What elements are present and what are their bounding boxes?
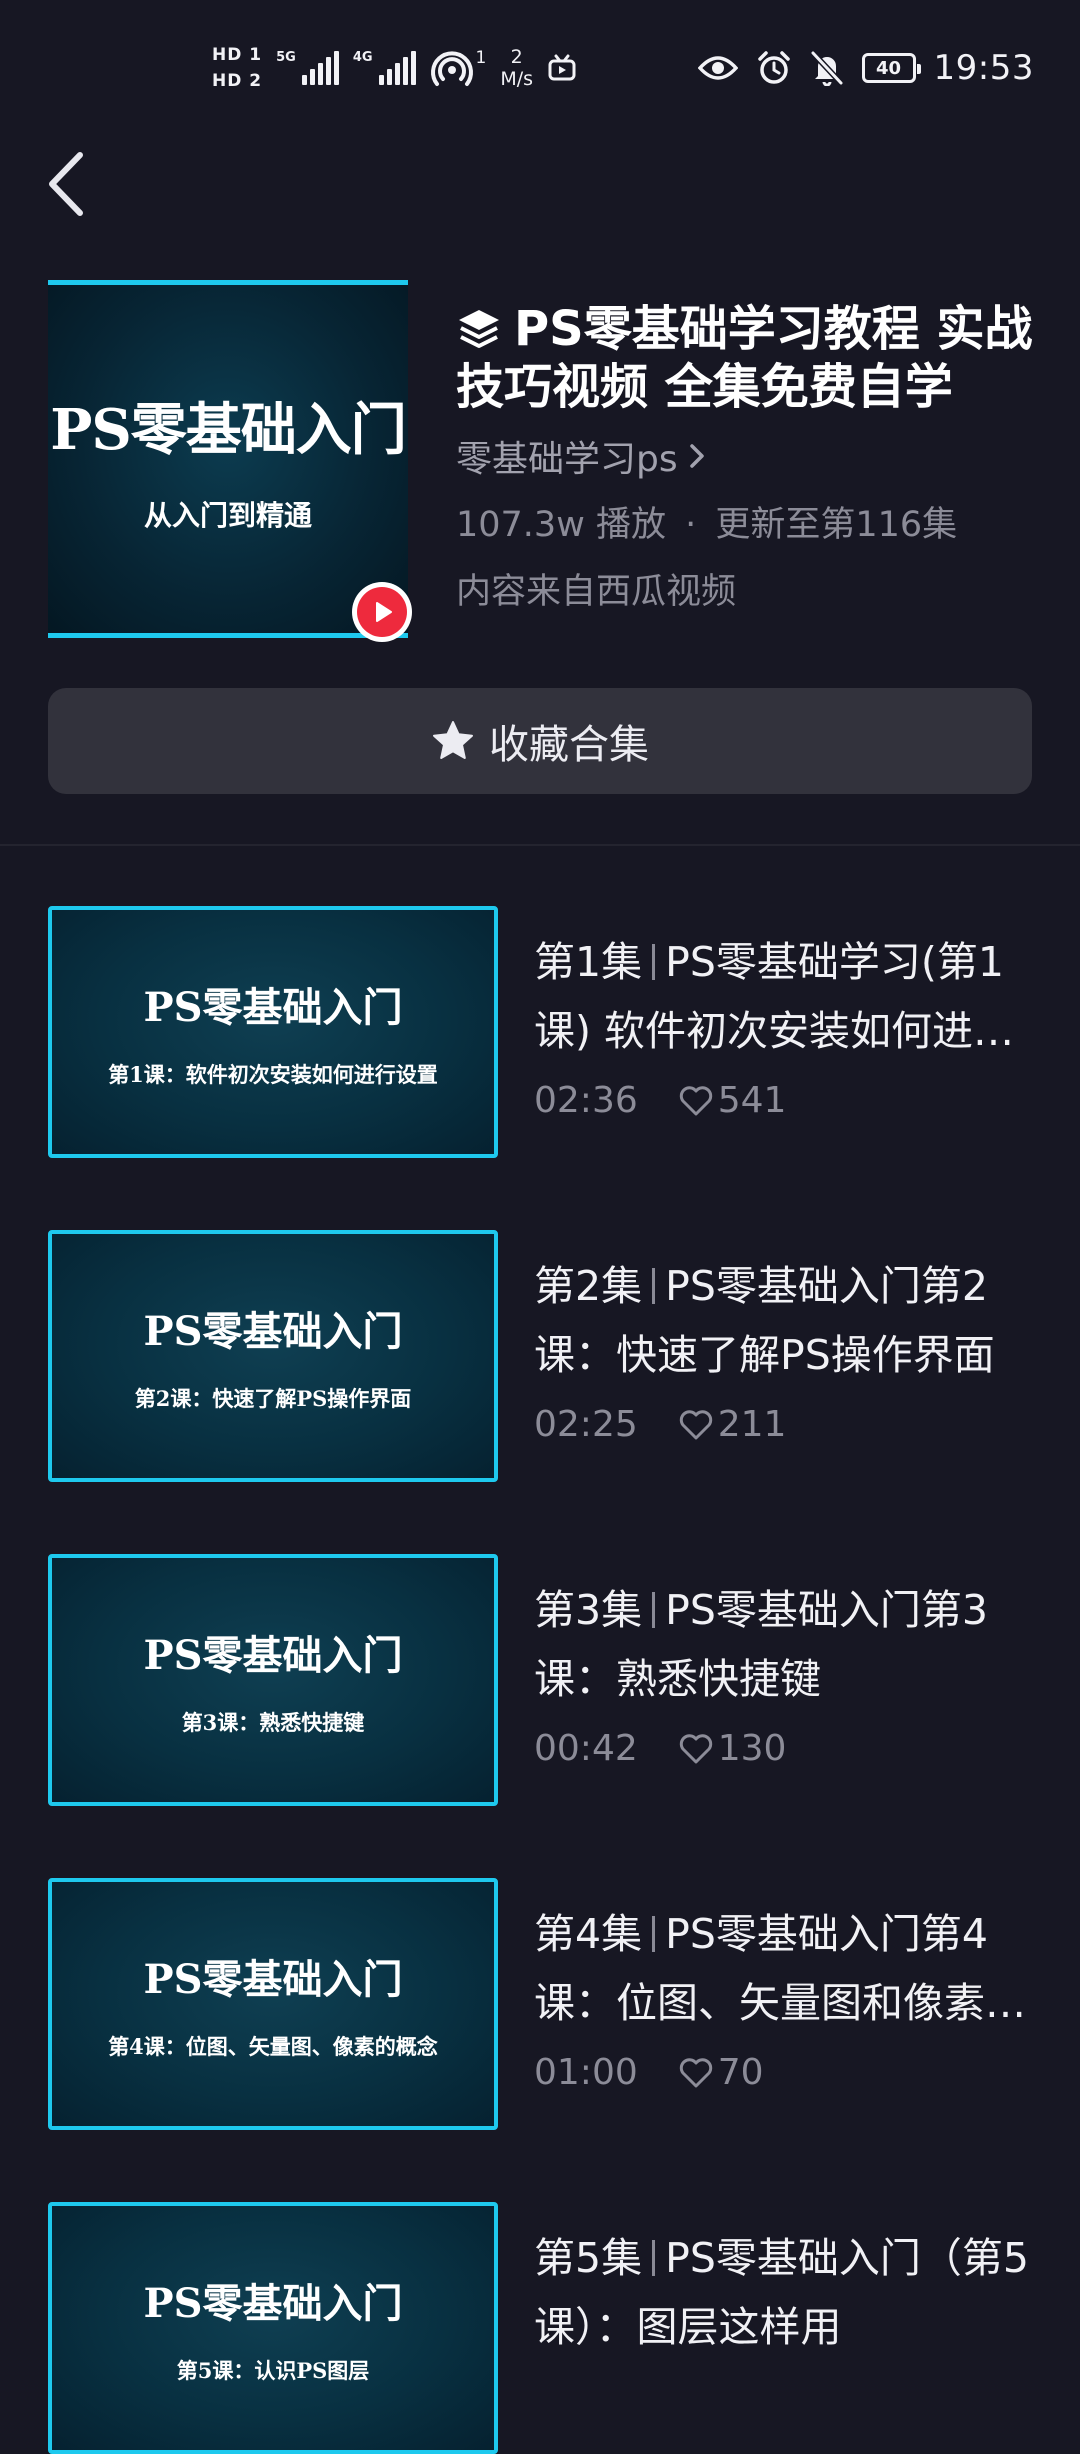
episode-title: 第1集PS零基础学习(第1课) 软件初次安装如何进行设置 — [534, 928, 1044, 1066]
thumb-title: PS零基础入门 — [143, 984, 403, 1031]
like-count: 130 — [717, 1728, 787, 1769]
net-speed-unit: M/s — [500, 68, 534, 90]
tv-icon — [548, 54, 576, 81]
alarm-icon — [757, 51, 790, 84]
collection-title-text: PS零基础学习教程 实战技巧视频 全集免费自学 — [456, 301, 1033, 415]
like-count: 70 — [717, 2052, 764, 2093]
hotspot-icon — [430, 51, 473, 86]
collection-info: PS零基础学习教程 实战技巧视频 全集免费自学 零基础学习ps 107.3w 播… — [456, 300, 1046, 614]
episode-title: 第2集 PS零基础入门第2课：快速了解PS操作界面 — [534, 1252, 1044, 1390]
collection-meta: 107.3w 播放 · 更新至第116集 — [456, 496, 1046, 547]
episode-likes: 130 — [678, 1728, 787, 1769]
episode-duration: 02:25 — [534, 1404, 638, 1445]
episode-likes: 541 — [678, 1080, 787, 1121]
heart-icon — [679, 2057, 712, 2087]
episode-thumbnail[interactable]: PS零基础入门 第4课：位图、矢量图、像素的概念 — [48, 1878, 498, 2130]
chevron-left-icon — [49, 152, 83, 216]
section-divider — [0, 844, 1080, 846]
episode-item[interactable]: PS零基础入门 第4课：位图、矢量图、像素的概念 第4集 PS零基础入门第4课：位… — [48, 1878, 1048, 2130]
sim1-label: HD 1 — [212, 45, 263, 65]
like-count: 541 — [717, 1080, 787, 1121]
status-left: HD 1 HD 2 5G 4G 1 2 M/s — [212, 36, 577, 100]
back-button[interactable] — [44, 146, 104, 222]
episode-title: 第5集 PS零基础入门（第5课）：图层这样用 — [534, 2224, 1044, 2362]
status-bar: HD 1 HD 2 5G 4G 1 2 M/s 40 19:53 — [0, 0, 1080, 140]
bell-off-icon — [810, 50, 843, 86]
net1-type: 5G — [276, 50, 296, 65]
battery-icon: 40 — [861, 53, 921, 83]
episode-duration: 02:36 — [534, 1080, 638, 1121]
play-badge — [352, 582, 412, 642]
collect-label: 收藏合集 — [489, 722, 649, 768]
episode-thumbnail[interactable]: PS零基础入门 第1课：软件初次安装如何进行设置 — [48, 906, 498, 1158]
thumb-title: PS零基础入门 — [143, 1956, 403, 2003]
episode-duration: 01:00 — [534, 2052, 638, 2093]
like-count: 211 — [717, 1404, 787, 1445]
episode-title: 第4集PS零基础入门第4课：位图、矢量图和像素的概念 — [534, 1900, 1044, 2038]
episode-thumbnail[interactable]: PS零基础入门 第3课：熟悉快捷键 — [48, 1554, 498, 1806]
cover-title: PS零基础入门 — [50, 396, 407, 463]
update-status: 更新至第116集 — [715, 505, 958, 545]
clock: 19:53 — [933, 48, 1034, 88]
net-speed-value: 2 — [510, 46, 523, 68]
collection-cover[interactable]: PS零基础入门 从入门到精通 — [48, 280, 408, 638]
episode-item[interactable]: PS零基础入门 第1课：软件初次安装如何进行设置 第1集 PS零基础学习(第1课)… — [48, 906, 1048, 1158]
episode-item[interactable]: PS零基础入门 第5课：认识PS图层 第5集 PS零基础入门（第5课）：图层这样用 — [48, 2202, 1048, 2454]
play-icon — [376, 602, 392, 622]
layers-icon — [459, 310, 499, 348]
hotspot-count: 1 — [475, 48, 487, 68]
episode-meta: 02:25 211 — [534, 1404, 1044, 1445]
meta-separator: · — [685, 505, 697, 545]
thumb-subtitle: 第2课：快速了解PS操作界面 — [134, 1386, 412, 1411]
episode-likes: 211 — [678, 1404, 787, 1445]
heart-icon — [679, 1409, 712, 1439]
net-speed: 2 M/s — [500, 46, 533, 90]
play-count: 107.3w 播放 — [456, 505, 666, 545]
author-name: 零基础学习ps — [456, 439, 678, 480]
net2-type: 4G — [352, 50, 373, 65]
episode-number: 第2集 — [534, 1262, 643, 1310]
heart-icon — [679, 1085, 712, 1115]
episode-thumbnail[interactable]: PS零基础入门 第5课：认识PS图层 — [48, 2202, 498, 2454]
content-source: 内容来自西瓜视频 — [456, 572, 737, 612]
episode-number: 第3集 — [534, 1586, 643, 1634]
thumb-subtitle: 第1课：软件初次安装如何进行设置 — [108, 1062, 438, 1087]
episode-number: 第5集 — [534, 2234, 643, 2282]
thumb-subtitle: 第3课：熟悉快捷键 — [181, 1710, 365, 1735]
sim2-label: HD 2 — [212, 71, 263, 91]
episode-number: 第1集 — [534, 938, 643, 986]
episode-likes: 70 — [678, 2052, 764, 2093]
episode-meta: 02:36 541 — [534, 1080, 1044, 1121]
author-link[interactable]: 零基础学习ps — [456, 430, 1046, 482]
episode-number: 第4集 — [534, 1910, 643, 1958]
episode-thumbnail[interactable]: PS零基础入门 第2课：快速了解PS操作界面 — [48, 1230, 498, 1482]
episode-item[interactable]: PS零基础入门 第2课：快速了解PS操作界面 第2集 PS零基础入门第2课：快速了… — [48, 1230, 1048, 1482]
collection-title: PS零基础学习教程 实战技巧视频 全集免费自学 — [456, 300, 1046, 416]
thumb-title: PS零基础入门 — [143, 1632, 403, 1679]
heart-icon — [679, 1733, 712, 1763]
star-icon — [433, 721, 473, 759]
thumb-subtitle: 第4课：位图、矢量图、像素的概念 — [108, 2034, 438, 2059]
episode-meta: 01:00 70 — [534, 2052, 1044, 2093]
signal-sim1-icon: 5G — [276, 51, 339, 85]
thumb-subtitle: 第5课：认识PS图层 — [176, 2358, 370, 2383]
thumb-title: PS零基础入门 — [143, 1308, 403, 1355]
thumb-title: PS零基础入门 — [143, 2280, 403, 2327]
status-right: 40 19:53 — [697, 40, 1034, 96]
cover-subtitle: 从入门到精通 — [143, 498, 312, 532]
eye-icon — [697, 56, 738, 80]
chevron-right-icon — [689, 444, 704, 468]
signal-sim2-icon: 4G — [353, 51, 416, 85]
episode-meta: 00:42 130 — [534, 1728, 1044, 1769]
collect-button[interactable]: 收藏合集 — [48, 688, 1032, 794]
episode-duration: 00:42 — [534, 1728, 638, 1769]
battery-level: 40 — [875, 57, 902, 79]
episode-title: 第3集 PS零基础入门第3课：熟悉快捷键 — [534, 1576, 1044, 1714]
episode-item[interactable]: PS零基础入门 第3课：熟悉快捷键 第3集 PS零基础入门第3课：熟悉快捷键 00… — [48, 1554, 1048, 1806]
